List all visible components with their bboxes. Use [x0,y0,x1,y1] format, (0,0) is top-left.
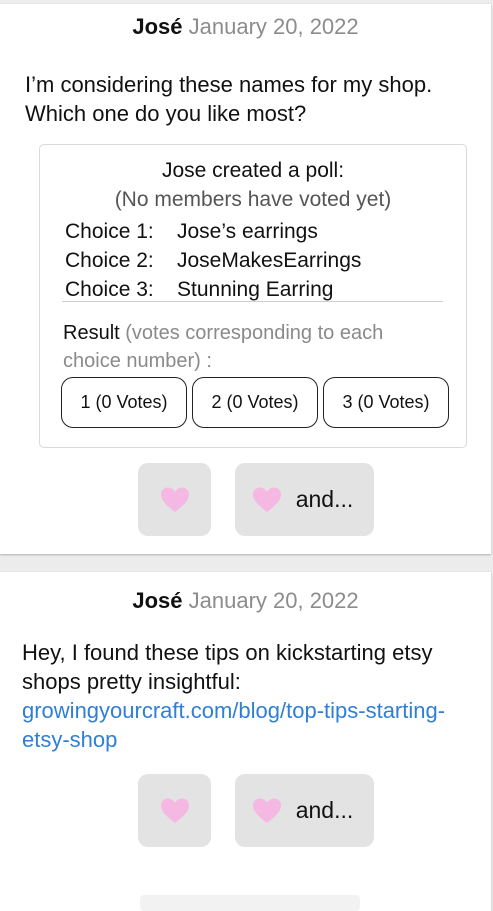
poll-subtitle: (No members have voted yet) [114,188,392,211]
post-card: José January 20, 2022 Hey, I found these… [0,572,491,911]
heart-icon [252,798,281,823]
reactions-bar: and... [138,774,374,847]
choice-label: Choice 3: [65,278,154,301]
reactions-more-button[interactable]: and... [235,463,374,536]
reactions-bar: and... [138,463,374,536]
like-button[interactable] [138,774,211,847]
poll-choice: Choice 3: Stunning Earring [65,275,361,304]
vote-buttons: 1 (0 Votes) 2 (0 Votes) 3 (0 Votes) [61,377,449,428]
post-text: I’m considering these names for my shop.… [25,72,433,126]
choice-name: Jose’s earrings [177,220,318,243]
post-header: José January 20, 2022 [0,588,491,614]
post-date: January 20, 2022 [188,14,359,39]
post-body: Hey, I found these tips on kickstarting … [22,640,433,694]
post-text: Hey, I found these tips on kickstarting … [22,638,477,754]
post-date: January 20, 2022 [188,588,359,613]
result-label: Result [63,322,120,344]
next-post-header-faded [140,895,360,911]
author-name[interactable]: José [132,588,182,613]
post-link[interactable]: growingyourcraft.com/blog/top-tips-start… [22,696,477,754]
heart-icon [160,487,189,512]
poll-choices: Choice 1: Jose’s earrings Choice 2: JoseMa… [65,217,361,304]
poll-result: Result (votes corresponding to each choi… [63,319,443,375]
vote-choice-1-button[interactable]: 1 (0 Votes) [61,377,187,428]
poll-divider [62,301,443,302]
heart-icon [252,487,281,512]
like-button[interactable] [138,463,211,536]
heart-icon [160,798,189,823]
poll-choice: Choice 2: JoseMakesEarrings [65,246,361,275]
poll-box: Jose created a poll: (No members have vo… [39,144,467,448]
author-name[interactable]: José [132,14,182,39]
vote-choice-3-button[interactable]: 3 (0 Votes) [323,377,449,428]
choice-label: Choice 1: [65,220,154,243]
poll-choice: Choice 1: Jose’s earrings [65,217,361,246]
reactions-more-button[interactable]: and... [235,774,374,847]
choice-name: Stunning Earring [177,278,334,301]
poll-title: Jose created a poll: [161,159,345,182]
reactions-more-label: and... [295,797,354,823]
post-card: José January 20, 2022 I’m considering th… [0,4,491,554]
vote-choice-2-button[interactable]: 2 (0 Votes) [192,377,318,428]
choice-name: JoseMakesEarrings [177,249,362,272]
reactions-more-label: and... [295,486,354,512]
choice-label: Choice 2: [65,249,154,272]
post-header: José January 20, 2022 [0,14,491,40]
